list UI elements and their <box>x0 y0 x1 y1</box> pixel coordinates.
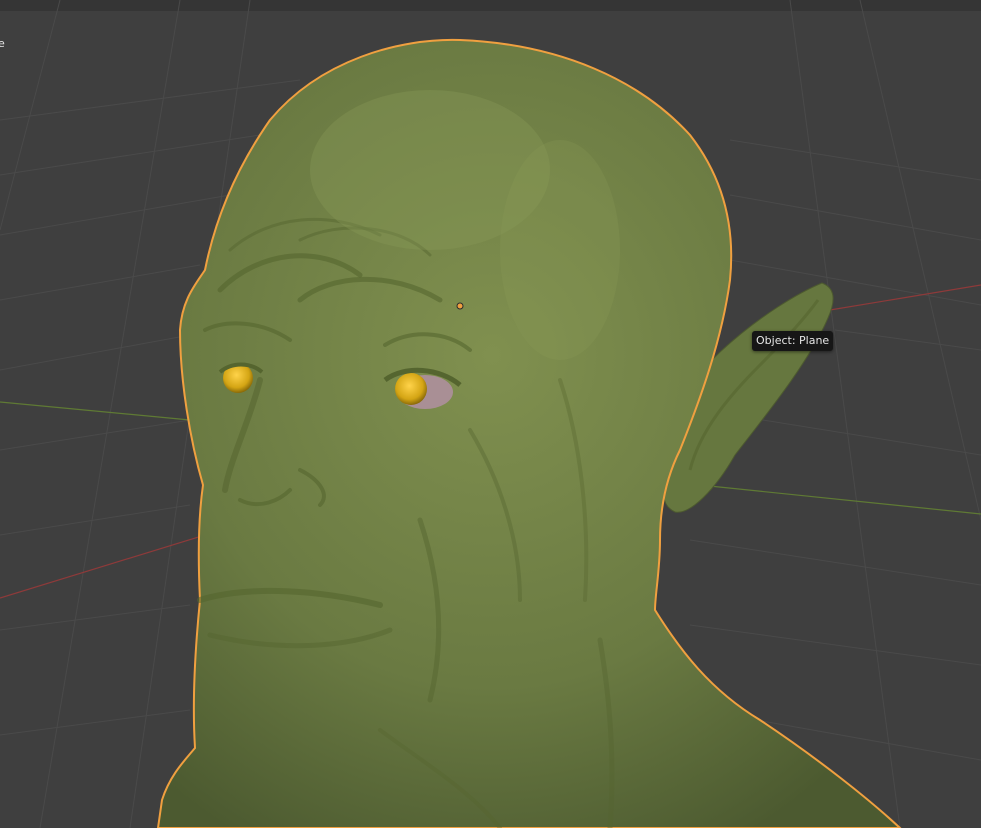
viewport-scene[interactable] <box>0 0 981 828</box>
viewport-corner-label: e <box>0 37 5 50</box>
right-eye <box>395 373 427 405</box>
x-axis-line-right <box>829 284 981 311</box>
3d-viewport[interactable]: e Object: Plane <box>0 0 981 828</box>
y-axis-line-right <box>689 483 981 515</box>
tooltip-object-name: Plane <box>799 334 830 347</box>
object-tooltip: Object: Plane <box>752 331 834 351</box>
y-axis-line <box>0 401 191 421</box>
tooltip-prefix: Object: <box>756 334 796 347</box>
origin-dot-icon[interactable] <box>456 302 464 310</box>
